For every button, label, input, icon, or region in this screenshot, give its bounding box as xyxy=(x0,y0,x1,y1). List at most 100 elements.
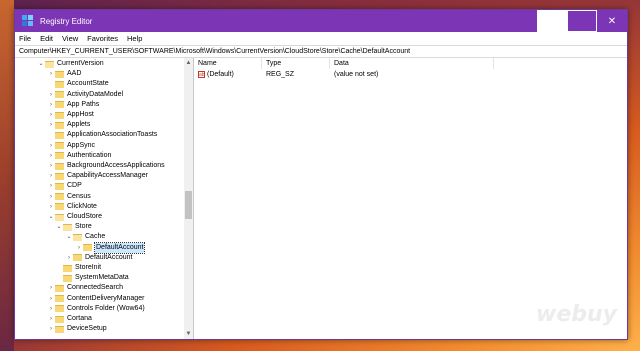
tree-item[interactable]: StoreInit xyxy=(55,263,101,273)
tree-item-label: Authentication xyxy=(67,151,112,159)
tree-item[interactable]: SystemMetaData xyxy=(55,273,129,283)
chevron-right-icon[interactable]: › xyxy=(75,243,83,253)
tree-item[interactable]: › DefaultAccount xyxy=(65,253,132,263)
scroll-up-icon[interactable]: ▲ xyxy=(184,58,193,68)
tree-item[interactable]: ⌄ CurrentVersion xyxy=(37,59,104,69)
menu-bar: File Edit View Favorites Help xyxy=(15,32,627,45)
chevron-right-icon[interactable]: › xyxy=(47,294,55,304)
chevron-down-icon[interactable]: ⌄ xyxy=(65,232,73,242)
address-bar[interactable]: Computer\HKEY_CURRENT_USER\SOFTWARE\Micr… xyxy=(15,45,627,58)
folder-icon xyxy=(63,274,72,282)
tree-item[interactable]: › CDP xyxy=(47,181,82,191)
tree-item[interactable]: › Controls Folder (Wow64) xyxy=(47,304,145,314)
tree-item[interactable]: ⌄ CloudStore xyxy=(47,212,102,222)
window-title: Registry Editor xyxy=(40,16,93,26)
value-name: (Default) xyxy=(207,71,234,78)
tree-item[interactable]: › ActivityDataModel xyxy=(47,90,123,100)
chevron-down-icon[interactable]: ⌄ xyxy=(55,222,63,232)
folder-icon xyxy=(55,152,64,160)
watermark-logo: webuy xyxy=(536,302,617,327)
tree-item[interactable]: › DeviceSetup xyxy=(47,324,107,334)
tree-item[interactable]: › Authentication xyxy=(47,151,111,161)
tree-item[interactable]: › ContentDeliveryManager xyxy=(47,294,144,304)
tree-item[interactable]: › ConnectedSearch xyxy=(47,283,123,293)
folder-icon xyxy=(63,223,72,231)
tree-item[interactable]: › Census xyxy=(47,192,91,202)
tree-item-label: CurrentVersion xyxy=(57,60,104,67)
chevron-right-icon[interactable]: › xyxy=(65,253,73,263)
chevron-right-icon[interactable]: › xyxy=(47,192,55,202)
tree-item[interactable]: › DefaultAccount xyxy=(75,241,146,254)
tree-item-label: CloudStore xyxy=(67,213,103,220)
folder-icon xyxy=(63,264,72,272)
chevron-right-icon[interactable]: › xyxy=(47,100,55,110)
folder-icon xyxy=(55,162,64,170)
chevron-down-icon[interactable]: ⌄ xyxy=(47,212,55,222)
tree-item-label: ApplicationAssociationToasts xyxy=(67,131,158,139)
menu-file[interactable]: File xyxy=(19,34,31,43)
folder-icon xyxy=(55,91,64,99)
chevron-right-icon[interactable]: › xyxy=(47,141,55,151)
column-data[interactable]: Data xyxy=(330,58,494,69)
minimize-icon xyxy=(537,10,567,32)
tree-item[interactable]: › AAD xyxy=(47,69,81,79)
chevron-right-icon[interactable]: › xyxy=(47,181,55,191)
tree-item[interactable]: › Applets xyxy=(47,120,90,130)
menu-favorites[interactable]: Favorites xyxy=(87,34,118,43)
tree-item[interactable]: › CapabilityAccessManager xyxy=(47,171,148,181)
tree-item[interactable]: ApplicationAssociationToasts xyxy=(47,130,157,140)
close-button[interactable]: ✕ xyxy=(597,10,627,32)
scroll-thumb[interactable] xyxy=(185,191,192,219)
folder-icon xyxy=(55,325,64,333)
folder-icon xyxy=(45,60,54,68)
tree-item[interactable]: ⌄ Cache xyxy=(65,232,105,242)
tree-item[interactable]: › AppSync xyxy=(47,141,95,151)
column-name[interactable]: Name xyxy=(194,58,262,69)
maximize-button[interactable] xyxy=(567,10,597,32)
chevron-right-icon[interactable]: › xyxy=(47,90,55,100)
chevron-right-icon[interactable]: › xyxy=(47,151,55,161)
tree-item-label: ActivityDataModel xyxy=(67,90,124,98)
tree-item[interactable]: › AppHost xyxy=(47,110,94,120)
folder-icon xyxy=(55,213,64,221)
folder-icon xyxy=(55,142,64,150)
tree-item-label: Applets xyxy=(67,121,91,129)
chevron-right-icon[interactable]: › xyxy=(47,202,55,212)
chevron-down-icon[interactable]: ⌄ xyxy=(37,59,45,69)
menu-edit[interactable]: Edit xyxy=(40,34,53,43)
column-type[interactable]: Type xyxy=(262,58,330,69)
chevron-right-icon[interactable]: › xyxy=(47,304,55,314)
title-bar[interactable]: Registry Editor ✕ xyxy=(15,10,627,32)
folder-icon xyxy=(55,172,64,180)
folder-icon xyxy=(73,254,82,262)
tree-scrollbar[interactable]: ▲ ▼ xyxy=(184,58,193,339)
tree-item-label: BackgroundAccessApplications xyxy=(67,162,165,169)
tree-item[interactable]: › ClickNote xyxy=(47,202,97,212)
minimize-button[interactable] xyxy=(537,10,567,32)
chevron-right-icon[interactable]: › xyxy=(47,283,55,293)
chevron-right-icon[interactable]: › xyxy=(47,171,55,181)
value-row[interactable]: ab (Default) xyxy=(198,70,234,80)
chevron-right-icon[interactable]: › xyxy=(47,161,55,171)
string-value-icon: ab xyxy=(198,70,205,78)
chevron-right-icon[interactable]: › xyxy=(47,69,55,79)
chevron-right-icon[interactable]: › xyxy=(47,314,55,324)
folder-icon xyxy=(55,182,64,190)
tree-item-label: ClickNote xyxy=(67,202,97,210)
menu-help[interactable]: Help xyxy=(127,34,142,43)
menu-view[interactable]: View xyxy=(62,34,78,43)
registry-editor-icon xyxy=(22,15,34,27)
folder-icon xyxy=(83,244,92,252)
tree-item-label: CDP xyxy=(67,182,82,190)
tree-item[interactable]: › Cortana xyxy=(47,314,92,324)
tree-item-label: AccountState xyxy=(67,80,109,88)
scroll-down-icon[interactable]: ▼ xyxy=(184,329,193,339)
key-tree: ▲ ▼ ⌄ CurrentVersion › AAD AccountState › Acti… xyxy=(15,58,194,339)
chevron-right-icon[interactable]: › xyxy=(47,324,55,334)
tree-item[interactable]: ⌄ Store xyxy=(55,222,92,232)
tree-item[interactable]: AccountState xyxy=(47,79,109,89)
chevron-right-icon[interactable]: › xyxy=(47,110,55,120)
chevron-right-icon[interactable]: › xyxy=(47,120,55,130)
tree-item[interactable]: › BackgroundAccessApplications xyxy=(47,161,165,171)
tree-item[interactable]: › App Paths xyxy=(47,100,99,110)
